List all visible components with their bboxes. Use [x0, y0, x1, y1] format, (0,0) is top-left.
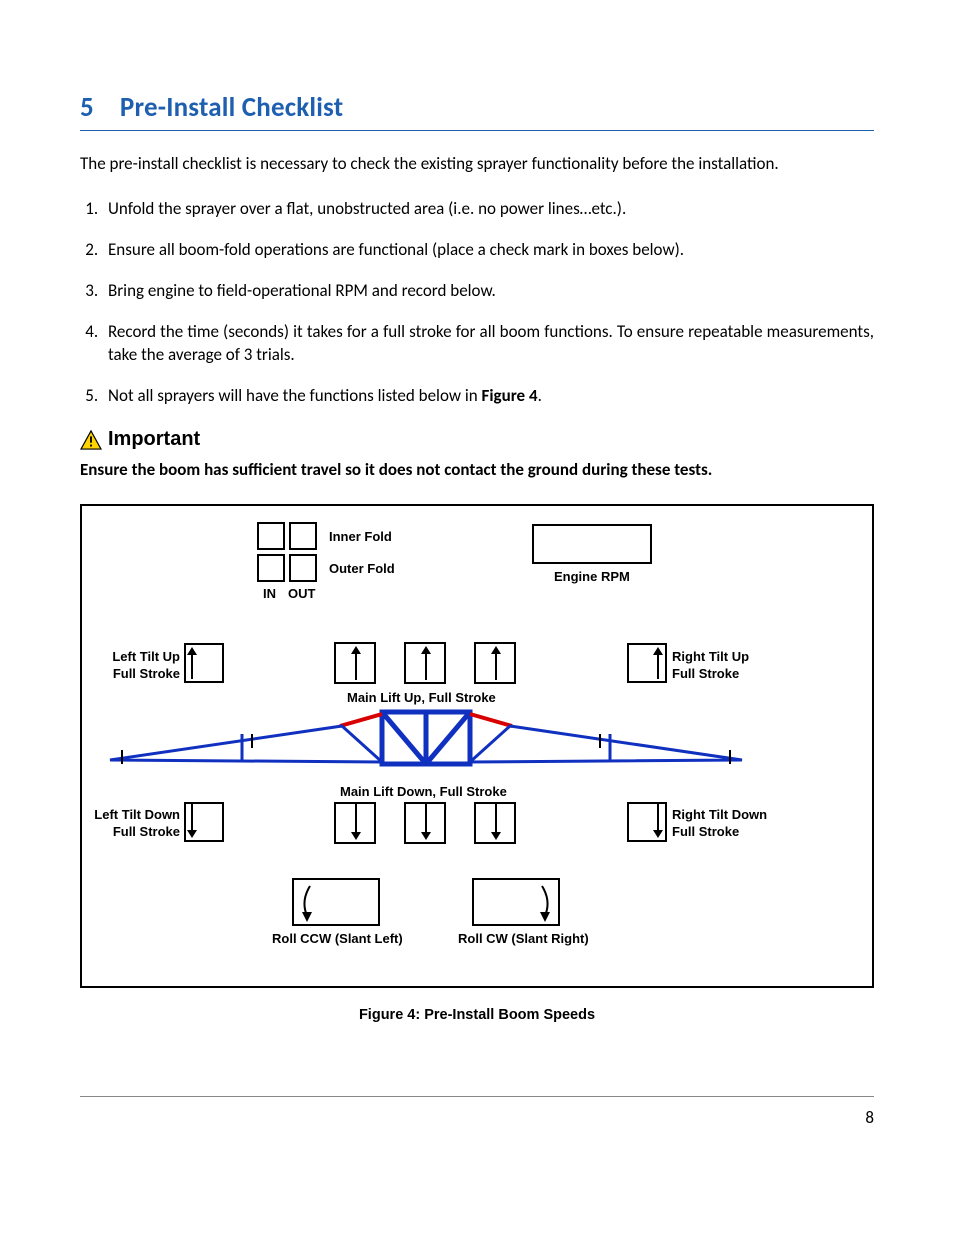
arrow-down-icon	[421, 804, 431, 840]
arrow-down-icon	[187, 804, 197, 838]
section-heading: 5 Pre-Install Checklist	[80, 90, 874, 131]
input-engine-rpm[interactable]	[532, 524, 652, 564]
checklist-item: Ensure all boom-fold operations are func…	[102, 239, 874, 262]
boom-truss-icon	[82, 706, 834, 780]
arrow-up-icon	[421, 646, 431, 680]
checkbox-outer-fold-in[interactable]	[257, 554, 285, 582]
checkbox-outer-fold-out[interactable]	[289, 554, 317, 582]
label-out: OUT	[288, 585, 315, 603]
arrow-curve-ccw-icon	[298, 882, 314, 922]
label-left-tilt-up: Left Tilt Up Full Stroke	[100, 648, 180, 683]
checklist: Unfold the sprayer over a flat, unobstru…	[80, 198, 874, 408]
label-inner-fold: Inner Fold	[329, 528, 392, 546]
label-left-tilt-down: Left Tilt Down Full Stroke	[90, 806, 180, 841]
arrow-up-icon	[351, 646, 361, 680]
step-text: Not all sprayers will have the functions…	[108, 385, 482, 406]
label-roll-cw: Roll CW (Slant Right)	[458, 930, 589, 948]
checklist-item: Bring engine to field-operational RPM an…	[102, 280, 874, 303]
label-right-tilt-up: Right Tilt Up Full Stroke	[672, 648, 749, 683]
checkbox-inner-fold-out[interactable]	[289, 522, 317, 550]
section-number: 5	[80, 90, 94, 126]
section-title: Pre-Install Checklist	[120, 91, 343, 124]
arrow-up-icon	[653, 647, 663, 679]
intro-paragraph: The pre-install checklist is necessary t…	[80, 153, 874, 176]
page-number: 8	[80, 1107, 874, 1130]
arrow-down-icon	[491, 804, 501, 840]
arrow-curve-cw-icon	[538, 882, 554, 922]
important-text: Ensure the boom has sufficient travel so…	[80, 459, 874, 482]
arrow-up-icon	[491, 646, 501, 680]
arrow-up-icon	[187, 647, 197, 679]
checklist-item: Unfold the sprayer over a flat, unobstru…	[102, 198, 874, 221]
figure-reference: Figure 4	[482, 385, 538, 406]
label-roll-ccw: Roll CCW (Slant Left)	[272, 930, 403, 948]
warning-icon	[80, 430, 102, 450]
label-engine-rpm: Engine RPM	[554, 568, 630, 586]
arrow-down-icon	[653, 804, 663, 838]
checklist-item: Not all sprayers will have the functions…	[102, 385, 874, 408]
important-title: Important	[108, 426, 200, 453]
label-main-lift-up: Main Lift Up, Full Stroke	[347, 689, 496, 707]
checklist-item: Record the time (seconds) it takes for a…	[102, 321, 874, 367]
arrow-down-icon	[351, 804, 361, 840]
footer-divider	[80, 1096, 874, 1097]
label-in: IN	[263, 585, 276, 603]
label-main-lift-down: Main Lift Down, Full Stroke	[340, 783, 507, 801]
label-outer-fold: Outer Fold	[329, 560, 395, 578]
label-right-tilt-down: Right Tilt Down Full Stroke	[672, 806, 767, 841]
checkbox-inner-fold-in[interactable]	[257, 522, 285, 550]
figure-diagram: Inner Fold Outer Fold IN OUT Engine RPM …	[80, 504, 874, 988]
figure-caption: Figure 4: Pre-Install Boom Speeds	[80, 1006, 874, 1026]
